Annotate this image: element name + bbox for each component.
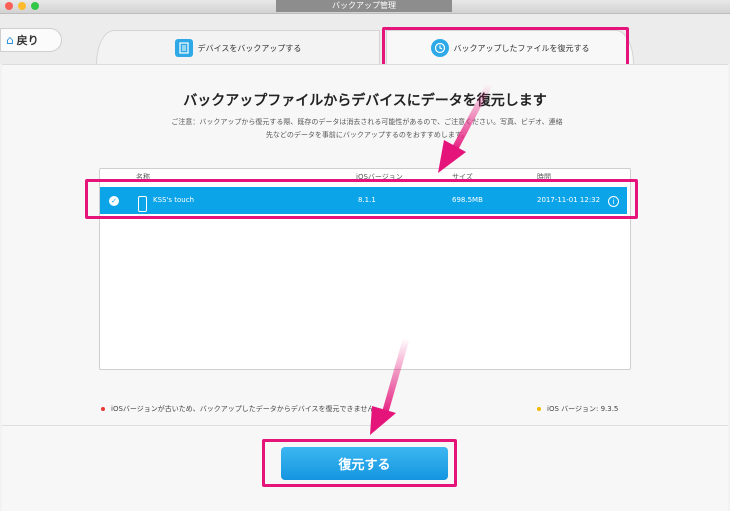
notice-line-1: ご注意：バックアップから復元する際、既存のデータは消去される可能性があるので、ご… xyxy=(171,118,563,126)
row-size: 698.5MB xyxy=(452,196,483,204)
notice-text: ご注意：バックアップから復元する際、既存のデータは消去される可能性があるので、ご… xyxy=(122,116,612,142)
tab-restore-backup[interactable]: バックアップしたファイルを復元する xyxy=(386,30,634,65)
window-title: バックアップ管理 xyxy=(276,0,452,12)
footnote-left-text: iOSバージョンが古いため、バックアップしたデータからデバイスを復元できません。 xyxy=(111,405,382,413)
footnote-old-ios: iOSバージョンが古いため、バックアップしたデータからデバイスを復元できません。 xyxy=(101,404,381,414)
title-bar: バックアップ管理 xyxy=(0,0,730,14)
tab-restore-label: バックアップしたファイルを復元する xyxy=(453,43,590,53)
column-header-size[interactable]: サイズ xyxy=(452,172,473,182)
notice-line-2: 先などのデータを事前にバックアップするのをおすすめします。 xyxy=(265,131,469,139)
table-row[interactable]: ✓ KSS's touch 8.1.1 698.5MB 2017-11-01 1… xyxy=(100,187,627,214)
divider xyxy=(2,425,728,426)
yellow-dot-icon xyxy=(537,407,541,411)
column-header-time[interactable]: 時間 xyxy=(537,172,551,182)
close-window-button[interactable] xyxy=(5,2,13,10)
zoom-window-button[interactable] xyxy=(31,2,39,10)
tab-backup-device[interactable]: デバイスをバックアップする xyxy=(96,30,380,65)
minimize-window-button[interactable] xyxy=(18,2,26,10)
ipod-icon xyxy=(138,196,147,212)
footnote-ios-version: iOS バージョン: 9.3.5 xyxy=(537,404,618,414)
info-icon[interactable]: i xyxy=(608,196,619,207)
checkmark-icon[interactable]: ✓ xyxy=(109,196,119,206)
row-time: 2017-11-01 12:32 xyxy=(537,196,601,204)
column-header-ios[interactable]: iOSバージョン xyxy=(356,172,403,182)
tab-backup-label: デバイスをバックアップする xyxy=(197,43,302,53)
home-icon: ⌂ xyxy=(6,33,14,47)
row-ios: 8.1.1 xyxy=(358,196,376,204)
back-button[interactable]: ⌂ 戻り xyxy=(0,28,62,52)
column-header-name[interactable]: 名称 xyxy=(136,172,150,182)
row-name: KSS's touch xyxy=(153,196,195,204)
back-label: 戻り xyxy=(16,34,39,47)
restore-button[interactable]: 復元する xyxy=(281,447,448,480)
red-dot-icon xyxy=(101,407,105,411)
footnote-right-text: iOS バージョン: 9.3.5 xyxy=(547,405,619,413)
history-icon xyxy=(430,39,449,57)
page-heading: バックアップファイルからデバイスにデータを復元します xyxy=(183,93,547,109)
document-icon xyxy=(174,39,193,57)
